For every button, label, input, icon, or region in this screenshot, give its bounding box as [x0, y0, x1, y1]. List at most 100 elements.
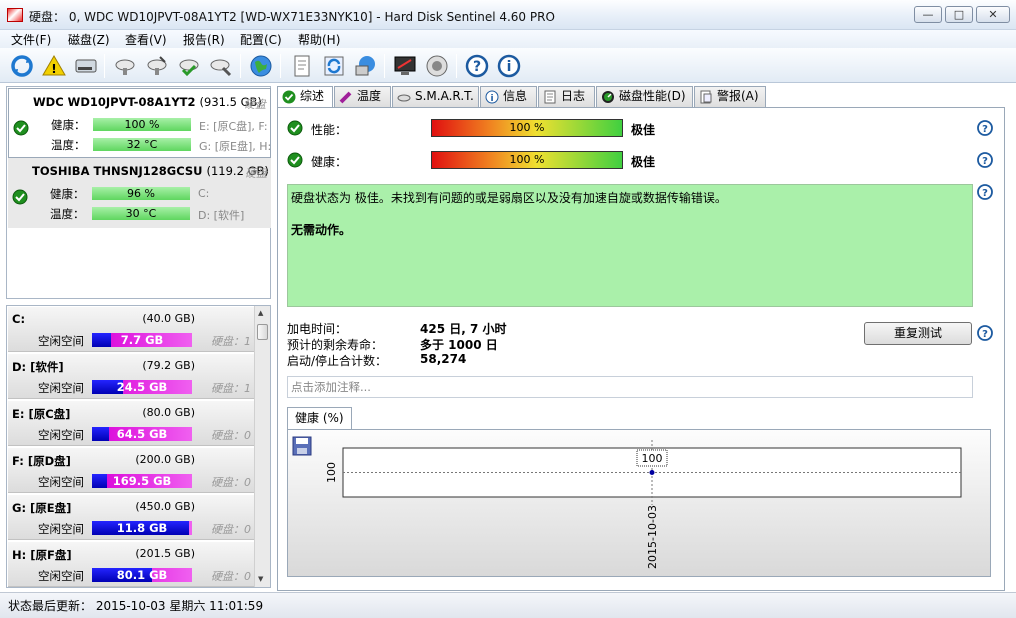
free-space-bar: 11.8 GB [92, 521, 192, 535]
health-gauge: 100 % [431, 151, 623, 169]
help-icon[interactable]: ? [977, 184, 993, 200]
tab-temperature[interactable]: 温度 [334, 86, 391, 107]
menu-file[interactable]: 文件(F) [11, 31, 51, 48]
free-space-bar: 80.1 GB [92, 568, 192, 582]
menu-config[interactable]: 配置(C) [240, 31, 282, 48]
svg-text:?: ? [473, 59, 481, 75]
disk-repair-icon[interactable] [207, 52, 235, 80]
menu-report[interactable]: 报告(R) [183, 31, 225, 48]
tab-info[interactable]: i 信息 [480, 86, 537, 107]
retest-button[interactable]: 重复测试 [864, 322, 972, 345]
maximize-button[interactable]: □ [945, 6, 973, 23]
svg-text:?: ? [982, 188, 988, 199]
temp-label: 温度： [51, 138, 86, 152]
volume-disk: 硬盘：0 [211, 429, 251, 442]
tab-alerts[interactable]: 警报(A) [694, 86, 766, 107]
ok-check-icon [282, 90, 296, 104]
x-tick-label: 2015-10-03 [646, 505, 659, 569]
volume-item[interactable]: D: [软件] (79.2 GB) 空闲空间 24.5 GB 硬盘：1 [8, 354, 255, 399]
help-icon[interactable]: ? [463, 52, 491, 80]
free-space-label: 空闲空间 [38, 569, 84, 583]
lifetime-value: 多于 1000 日 [420, 338, 498, 352]
volume-disk: 硬盘：0 [211, 476, 251, 489]
volume-name: G: [原E盘] [12, 501, 72, 515]
alert-icon[interactable]: ! [40, 52, 68, 80]
menu-view[interactable]: 查看(V) [125, 31, 167, 48]
help-icon[interactable]: ? [977, 152, 993, 168]
menu-help[interactable]: 帮助(H) [298, 31, 340, 48]
scroll-up-icon[interactable]: ▲ [258, 309, 263, 317]
disk-test-icon[interactable] [143, 52, 171, 80]
info-icon[interactable]: i [495, 52, 523, 80]
disk-list: WDC WD10JPVT-08A1YT2 (931.5 GB) 硬盘 健康： 1… [6, 86, 271, 299]
volume-item[interactable]: H: [原F盘] (201.5 GB) 空闲空间 80.1 GB 硬盘：0 [8, 542, 255, 587]
performance-label: 性能： [311, 123, 348, 137]
scroll-thumb[interactable] [257, 324, 268, 340]
tab-bar: 综述 温度 S.M.A.R.T. i 信息 日志 磁盘性能(D) 警报(A) [277, 86, 1007, 108]
free-space-bar: 169.5 GB [92, 474, 192, 488]
tab-health-chart[interactable]: 健康 (%) [287, 407, 352, 429]
volume-disk: 硬盘：1 [211, 382, 251, 395]
help-icon[interactable]: ? [977, 120, 993, 136]
network-icon[interactable] [352, 52, 380, 80]
temp-label: 温度： [50, 207, 85, 221]
y-tick-label: 100 [325, 462, 338, 483]
free-space-label: 空闲空间 [38, 381, 84, 395]
power-on-label: 加电时间： [287, 322, 348, 336]
report-icon[interactable] [288, 52, 316, 80]
volume-size: (201.5 GB) [135, 547, 195, 560]
volume-item[interactable]: F: [原D盘] (200.0 GB) 空闲空间 169.5 GB 硬盘：0 [8, 448, 255, 493]
volume-item[interactable]: E: [原C盘] (80.0 GB) 空闲空间 64.5 GB 硬盘：0 [8, 401, 255, 446]
volume-name: E: [原C盘] [12, 407, 71, 421]
disk-card-0[interactable]: WDC WD10JPVT-08A1YT2 (931.5 GB) 硬盘 健康： 1… [8, 88, 271, 158]
globe-icon[interactable] [247, 52, 275, 80]
performance-gauge: 100 % [431, 119, 623, 137]
alert-doc-icon [700, 90, 712, 104]
status-bar: 状态最后更新： 2015-10-03 星期六 11:01:59 [0, 592, 1016, 618]
health-bar: 96 % [92, 187, 190, 200]
monitor-icon[interactable] [391, 52, 419, 80]
volume-item[interactable]: G: [原E盘] (450.0 GB) 空闲空间 11.8 GB 硬盘：0 [8, 495, 255, 540]
volume-size: (40.0 GB) [142, 312, 195, 325]
volume-name: H: [原F盘] [12, 548, 72, 562]
tab-overview[interactable]: 综述 [277, 86, 333, 108]
volume-disk: 硬盘：1 [211, 335, 251, 348]
window-title: 硬盘： 0, WDC WD10JPVT-08A1YT2 [WD-WX71E33N… [29, 10, 555, 24]
minimize-button[interactable]: — [914, 6, 942, 23]
scroll-down-icon[interactable]: ▼ [258, 575, 263, 583]
disk-tool-icon[interactable] [111, 52, 139, 80]
health-label: 健康： [51, 118, 86, 132]
volume-item[interactable]: C: (40.0 GB) 空闲空间 7.7 GB 硬盘：1 [8, 307, 255, 352]
help-icon[interactable]: ? [977, 325, 993, 341]
volume-scrollbar[interactable]: ▲ ▼ [254, 306, 270, 587]
disk-check-icon[interactable] [175, 52, 203, 80]
tab-disk-performance[interactable]: 磁盘性能(D) [596, 86, 693, 107]
svg-text:?: ? [982, 329, 988, 340]
disk-name: WDC WD10JPVT-08A1YT2 (931.5 GB) [33, 95, 262, 109]
disk-icon[interactable] [72, 52, 100, 80]
chart-canvas: 100 2015-10-03 100 [325, 440, 962, 569]
volume-list: C: (40.0 GB) 空闲空间 7.7 GB 硬盘：1 D: [软件] (7… [6, 305, 271, 588]
data-point [649, 470, 655, 475]
sync-icon[interactable] [320, 52, 348, 80]
menu-disk[interactable]: 磁盘(Z) [68, 31, 110, 48]
note-input[interactable]: 点击添加注释... [287, 376, 973, 398]
speaker-icon[interactable] [423, 52, 451, 80]
ok-check-icon [287, 152, 303, 168]
tab-smart[interactable]: S.M.A.R.T. [392, 86, 479, 107]
power-on-value: 425 日, 7 小时 [420, 322, 507, 336]
performance-rating: 极佳 [631, 123, 656, 137]
refresh-icon[interactable] [8, 52, 36, 80]
ok-check-icon [12, 189, 28, 205]
free-space-bar: 24.5 GB [92, 380, 192, 394]
close-button[interactable]: ✕ [976, 6, 1010, 23]
toolbar: ! ? i [0, 48, 1016, 83]
tab-log[interactable]: 日志 [538, 86, 595, 107]
log-icon [544, 90, 556, 104]
startstop-label: 启动/停止合计数： [287, 354, 388, 368]
info-icon: i [485, 90, 499, 104]
volume-size: (79.2 GB) [142, 359, 195, 372]
data-label: 100 [642, 452, 663, 465]
drive-letters: C: [198, 187, 210, 200]
disk-card-1[interactable]: TOSHIBA THNSNJ128GCSU (119.2 GB) 硬盘 健康： … [8, 158, 271, 228]
